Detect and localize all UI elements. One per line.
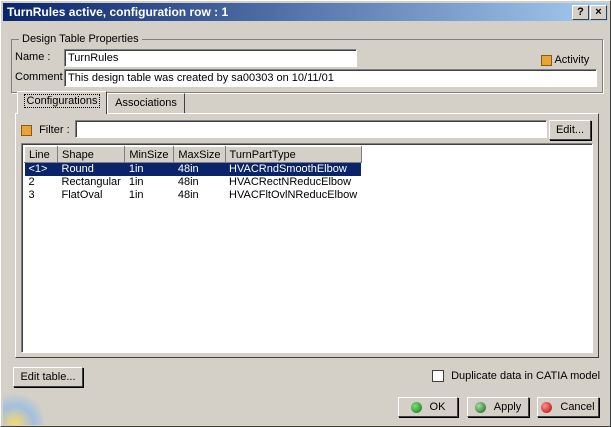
cell: Rectangular [61, 176, 121, 188]
configurations-table[interactable]: Line Shape MinSize MaxSize TurnPartType … [21, 143, 593, 353]
duplicate-label: Duplicate data in CATIA model [451, 370, 601, 382]
table-row[interactable]: <1> Round 1in 48in HVACRndSmoothElbow [24, 162, 362, 176]
duplicate-check-icon [432, 370, 444, 383]
close-button[interactable]: × [590, 5, 607, 20]
cancel-icon [541, 401, 553, 413]
activity-label: Activity [554, 54, 590, 66]
cell: HVACRectNReducElbow [229, 176, 352, 188]
filter-check-icon [21, 124, 32, 136]
cell: 2 [28, 176, 35, 188]
apply-icon [474, 401, 486, 413]
comment-label: Comment : [15, 71, 69, 83]
col-minsize[interactable]: MinSize [124, 146, 175, 163]
duplicate-checkbox[interactable]: Duplicate data in CATIA model [432, 370, 601, 383]
cell: Round [57, 162, 125, 176]
window-title: TurnRules active, configuration row : 1 [7, 5, 229, 19]
cell: 48in [177, 176, 199, 188]
filter-label: Filter : [39, 124, 70, 136]
cell: 1in [128, 189, 144, 201]
activity-check-icon [541, 54, 552, 66]
properties-legend: Design Table Properties [19, 33, 142, 45]
cell: HVACRndSmoothElbow [225, 162, 362, 176]
apply-button[interactable]: Apply [467, 397, 529, 417]
design-table-dialog: TurnRules active, configuration row : 1 … [0, 0, 611, 427]
help-button[interactable]: ? [572, 5, 589, 20]
cancel-label: Cancel [560, 401, 595, 413]
cancel-button[interactable]: Cancel [537, 397, 599, 417]
edit-table-button[interactable]: Edit table... [13, 367, 83, 387]
col-shape[interactable]: Shape [56, 146, 126, 163]
apply-label: Apply [493, 401, 522, 413]
cell: <1> [24, 162, 58, 176]
cell: FlatOval [61, 189, 103, 201]
filter-edit-button[interactable]: Edit... [549, 120, 591, 140]
ok-label: OK [429, 401, 446, 413]
name-label: Name : [15, 51, 51, 63]
col-maxsize[interactable]: MaxSize [173, 146, 226, 163]
col-line[interactable]: Line [24, 146, 58, 163]
table-header-row: Line Shape MinSize MaxSize TurnPartType [24, 146, 362, 163]
tab-configurations[interactable]: Configurations [17, 91, 107, 114]
col-turnparttype[interactable]: TurnPartType [224, 146, 362, 163]
ok-button[interactable]: OK [398, 397, 458, 417]
tab-associations[interactable]: Associations [107, 93, 185, 113]
tab-configurations-label: Configurations [23, 94, 101, 108]
cell: 48in [173, 162, 226, 176]
filter-checkbox[interactable]: Filter : [21, 124, 70, 136]
cell: 48in [177, 189, 199, 201]
table-row[interactable]: 3 FlatOval 1in 48in HVACFltOvlNReducElbo… [25, 189, 362, 202]
cell: 1in [124, 162, 174, 176]
comment-field[interactable]: This design table was created by sa00303… [64, 69, 597, 87]
ok-icon [410, 401, 422, 413]
name-field[interactable]: TurnRules [64, 49, 357, 67]
title-bar[interactable]: TurnRules active, configuration row : 1 … [3, 3, 608, 21]
activity-checkbox[interactable]: Activity [541, 54, 589, 66]
cell: 1in [128, 176, 144, 188]
filter-input[interactable] [75, 120, 547, 138]
cell: HVACFltOvlNReducElbow [229, 189, 358, 201]
tab-associations-label: Associations [115, 97, 177, 109]
cell: 3 [28, 189, 35, 201]
logo-icon [3, 393, 43, 425]
table-row[interactable]: 2 Rectangular 1in 48in HVACRectNReducElb… [25, 176, 362, 189]
